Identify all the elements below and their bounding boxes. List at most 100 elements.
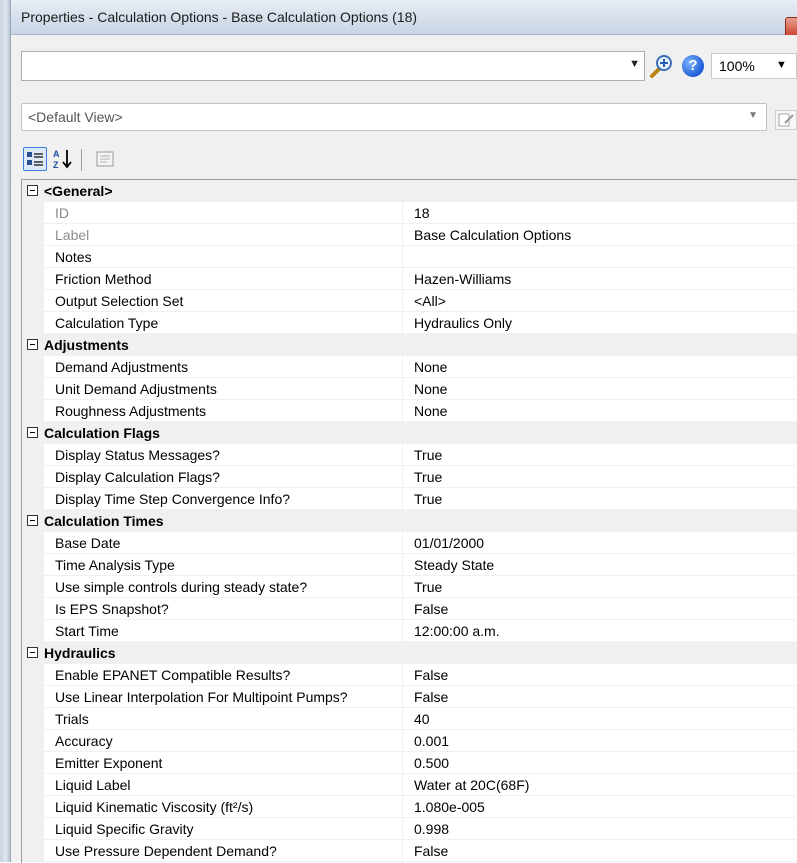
property-value[interactable]: False: [414, 601, 448, 617]
column-divider[interactable]: [402, 708, 403, 730]
column-divider[interactable]: [402, 840, 403, 862]
column-divider[interactable]: [402, 774, 403, 796]
close-button[interactable]: [785, 17, 797, 37]
column-divider[interactable]: [402, 312, 403, 334]
chevron-down-icon[interactable]: ▼: [748, 110, 758, 121]
column-divider[interactable]: [402, 532, 403, 554]
property-row[interactable]: Roughness Adjustments None: [22, 400, 797, 422]
property-value[interactable]: False: [414, 843, 448, 859]
collapse-icon[interactable]: [27, 515, 38, 526]
property-row[interactable]: Start Time 12:00:00 a.m.: [22, 620, 797, 642]
property-row[interactable]: Liquid Kinematic Viscosity (ft²/s) 1.080e…: [22, 796, 797, 818]
property-row[interactable]: Trials 40: [22, 708, 797, 730]
property-row[interactable]: Friction Method Hazen-Williams: [22, 268, 797, 290]
column-divider[interactable]: [402, 378, 403, 400]
property-value[interactable]: 0.001: [414, 733, 449, 749]
property-row[interactable]: Display Time Step Convergence Info? True: [22, 488, 797, 510]
column-divider[interactable]: [402, 752, 403, 774]
property-row[interactable]: Notes: [22, 246, 797, 268]
column-divider[interactable]: [402, 730, 403, 752]
column-divider[interactable]: [402, 444, 403, 466]
collapse-icon[interactable]: [27, 647, 38, 658]
column-divider[interactable]: [402, 554, 403, 576]
property-value[interactable]: None: [414, 403, 447, 419]
property-value[interactable]: 40: [414, 711, 430, 727]
property-value[interactable]: True: [414, 491, 442, 507]
category-row[interactable]: Calculation Times: [22, 510, 797, 532]
collapse-icon[interactable]: [27, 339, 38, 350]
category-row[interactable]: Adjustments: [22, 334, 797, 356]
edit-view-icon[interactable]: [775, 110, 797, 130]
property-row[interactable]: Use simple controls during steady state?…: [22, 576, 797, 598]
sort-alphabetical-icon[interactable]: A Z: [51, 147, 75, 171]
property-value[interactable]: Steady State: [414, 557, 494, 573]
zoom-in-icon[interactable]: [649, 53, 675, 79]
column-divider[interactable]: [402, 202, 403, 224]
property-row[interactable]: Unit Demand Adjustments None: [22, 378, 797, 400]
column-divider[interactable]: [402, 576, 403, 598]
property-value[interactable]: True: [414, 579, 442, 595]
property-value[interactable]: 0.500: [414, 755, 449, 771]
category-row[interactable]: Calculation Flags: [22, 422, 797, 444]
category-row[interactable]: <General>: [22, 180, 797, 202]
category-row[interactable]: Hydraulics: [22, 642, 797, 664]
chevron-down-icon[interactable]: ▼: [776, 59, 787, 71]
collapse-icon[interactable]: [27, 185, 38, 196]
property-value[interactable]: True: [414, 447, 442, 463]
property-row[interactable]: Liquid Specific Gravity 0.998: [22, 818, 797, 840]
property-row[interactable]: Label Base Calculation Options: [22, 224, 797, 246]
element-selector-dropdown[interactable]: ▼: [21, 51, 645, 81]
property-value[interactable]: Water at 20C(68F): [414, 777, 529, 793]
svg-text:Z: Z: [53, 160, 59, 170]
property-value[interactable]: Hazen-Williams: [414, 271, 511, 287]
column-divider[interactable]: [402, 466, 403, 488]
view-dropdown[interactable]: <Default View> ▼: [21, 103, 767, 131]
property-row[interactable]: Time Analysis Type Steady State: [22, 554, 797, 576]
column-divider[interactable]: [402, 268, 403, 290]
column-divider[interactable]: [402, 246, 403, 268]
property-value[interactable]: False: [414, 689, 448, 705]
title-bar[interactable]: Properties - Calculation Options - Base …: [11, 0, 797, 37]
column-divider[interactable]: [402, 818, 403, 840]
column-divider[interactable]: [402, 356, 403, 378]
property-value[interactable]: True: [414, 469, 442, 485]
property-value[interactable]: None: [414, 359, 447, 375]
property-row[interactable]: Enable EPANET Compatible Results? False: [22, 664, 797, 686]
zoom-level-dropdown[interactable]: 100% ▼: [711, 53, 797, 79]
property-row[interactable]: Is EPS Snapshot? False: [22, 598, 797, 620]
property-row[interactable]: Accuracy 0.001: [22, 730, 797, 752]
column-divider[interactable]: [402, 488, 403, 510]
property-row[interactable]: Output Selection Set <All>: [22, 290, 797, 312]
categorized-view-icon[interactable]: [23, 147, 47, 171]
property-row[interactable]: Display Status Messages? True: [22, 444, 797, 466]
help-icon[interactable]: ?: [682, 55, 704, 77]
column-divider[interactable]: [402, 620, 403, 642]
column-divider[interactable]: [402, 796, 403, 818]
column-divider[interactable]: [402, 290, 403, 312]
property-value[interactable]: None: [414, 381, 447, 397]
property-row[interactable]: Use Pressure Dependent Demand? False: [22, 840, 797, 862]
column-divider[interactable]: [402, 400, 403, 422]
column-divider[interactable]: [402, 686, 403, 708]
column-divider[interactable]: [402, 664, 403, 686]
property-row[interactable]: Display Calculation Flags? True: [22, 466, 797, 488]
property-value[interactable]: 0.998: [414, 821, 449, 837]
property-value[interactable]: False: [414, 667, 448, 683]
property-row[interactable]: Base Date 01/01/2000: [22, 532, 797, 554]
property-value[interactable]: 01/01/2000: [414, 535, 484, 551]
dropdown-arrow-icon[interactable]: ▼: [629, 58, 640, 70]
property-row[interactable]: Demand Adjustments None: [22, 356, 797, 378]
property-row[interactable]: ID 18: [22, 202, 797, 224]
property-row[interactable]: Use Linear Interpolation For Multipoint …: [22, 686, 797, 708]
column-divider[interactable]: [402, 224, 403, 246]
property-pages-icon[interactable]: [93, 147, 117, 171]
property-value[interactable]: <All>: [414, 293, 446, 309]
property-value[interactable]: 1.080e-005: [414, 799, 485, 815]
property-row[interactable]: Calculation Type Hydraulics Only: [22, 312, 797, 334]
property-row[interactable]: Liquid Label Water at 20C(68F): [22, 774, 797, 796]
property-value[interactable]: Hydraulics Only: [414, 315, 512, 331]
property-value[interactable]: 12:00:00 a.m.: [414, 623, 500, 639]
collapse-icon[interactable]: [27, 427, 38, 438]
property-row[interactable]: Emitter Exponent 0.500: [22, 752, 797, 774]
column-divider[interactable]: [402, 598, 403, 620]
